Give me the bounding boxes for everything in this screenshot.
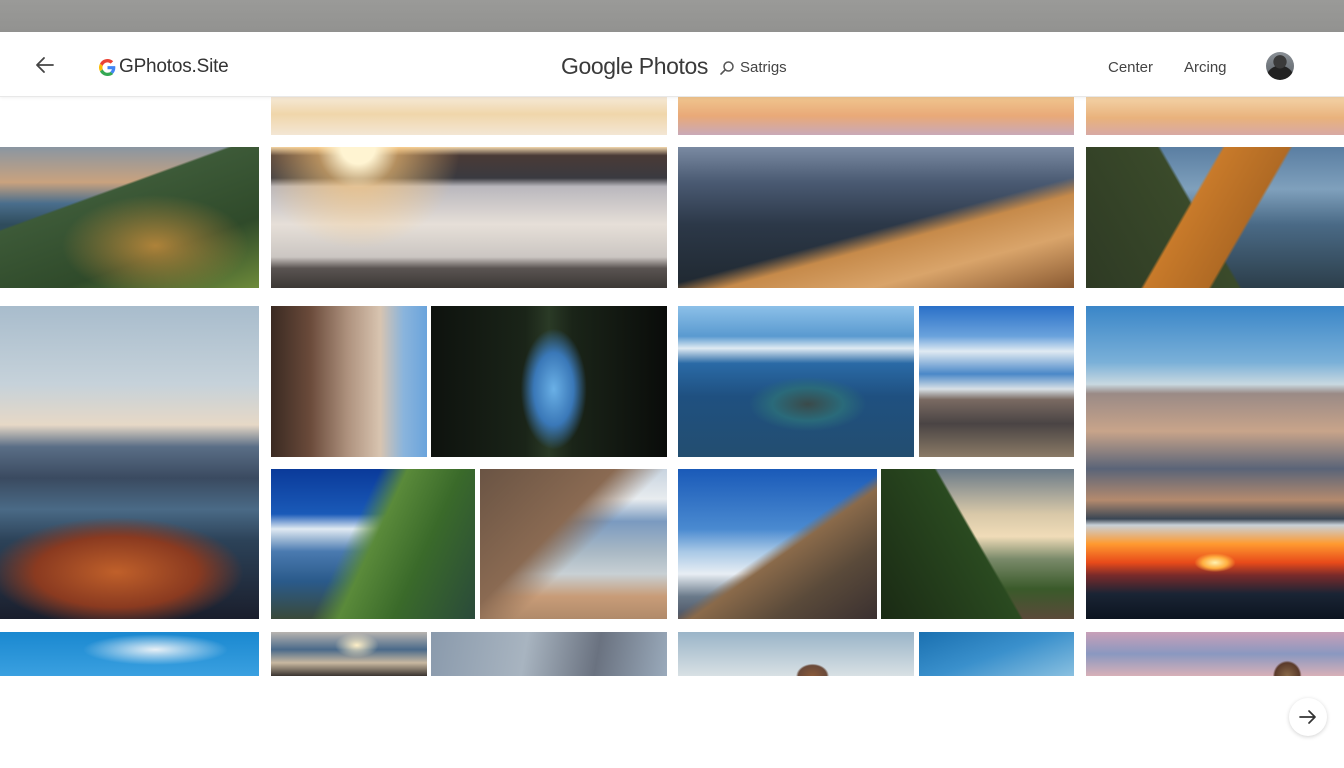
photo-tile[interactable]: Snowy mountain range with clouds — [919, 306, 1074, 457]
photo-tile[interactable]: Orange pink sunset sky (partial) — [678, 97, 1074, 135]
settings-label: Satrigs — [740, 59, 787, 76]
bottom-area — [0, 676, 1344, 768]
photo-tile[interactable]: Warm dusk clouds (partial) — [1086, 97, 1344, 135]
photo-tile[interactable]: Blue sky with white clouds (partial) — [0, 632, 259, 676]
photo-tile[interactable]: Rocky mountain ridge at golden hour — [678, 147, 1074, 288]
photo-tile[interactable]: Sunset over sea with cliff (partial) — [271, 632, 427, 676]
app-header: GPhotos.Site Google Photos Satrigs Cente… — [0, 32, 1344, 97]
search-icon — [720, 60, 734, 75]
page-title: Google Photos — [561, 53, 708, 79]
photo-tile[interactable]: Sunset clouds sky (partial) — [271, 97, 667, 135]
photo-tile[interactable]: Lake and volcanic islands at dusk — [0, 306, 259, 619]
photo-tile[interactable]: Sunlit orange mountain peak — [1086, 147, 1344, 288]
google-g-icon — [99, 58, 116, 76]
photo-tile[interactable]: Sunrise over calm bay with headlands — [271, 147, 667, 288]
brand-label: GPhotos.Site — [119, 56, 229, 77]
photo-tile[interactable]: Aerial view of blue lake with volcano — [678, 306, 914, 457]
photo-tile[interactable]: Rocky peak at dawn (partial) — [678, 632, 914, 676]
nav-link-center[interactable]: Center — [1108, 59, 1153, 76]
back-button[interactable] — [32, 54, 58, 76]
photo-tile[interactable]: Snow-capped peak under blue sky — [678, 469, 877, 619]
avatar[interactable] — [1266, 52, 1294, 80]
photo-tile[interactable]: Stone arch bridge in dark canyon — [431, 306, 667, 457]
photo-tile[interactable]: Mountain range above sunset lake — [1086, 306, 1344, 619]
nav-link-arcing[interactable]: Arcing — [1184, 59, 1227, 76]
arrow-right-icon — [1299, 710, 1316, 724]
photo-tile[interactable]: Winding road through green valley — [881, 469, 1074, 619]
photo-tile[interactable]: Overcast grey sky (partial) — [431, 632, 667, 676]
next-page-button[interactable] — [1289, 698, 1327, 736]
browser-top-bar — [0, 0, 1344, 32]
settings-search-button[interactable]: Satrigs — [719, 59, 787, 76]
photo-tile[interactable]: Tower on green hilltop above clouds — [271, 469, 475, 619]
photo-tile[interactable]: Coastal cliffs and beach under clouds — [480, 469, 667, 619]
brand[interactable]: GPhotos.Site — [99, 56, 229, 78]
photo-tile[interactable]: Pink clouds with peak (partial) — [1086, 632, 1344, 676]
photo-tile[interactable]: Clear blue sky (partial) — [919, 632, 1074, 676]
photo-tile[interactable]: Green ridge mountain with golden light — [0, 147, 259, 288]
photo-tile[interactable]: Sandstone canyon wall — [271, 306, 427, 457]
arrow-left-icon — [36, 57, 54, 73]
